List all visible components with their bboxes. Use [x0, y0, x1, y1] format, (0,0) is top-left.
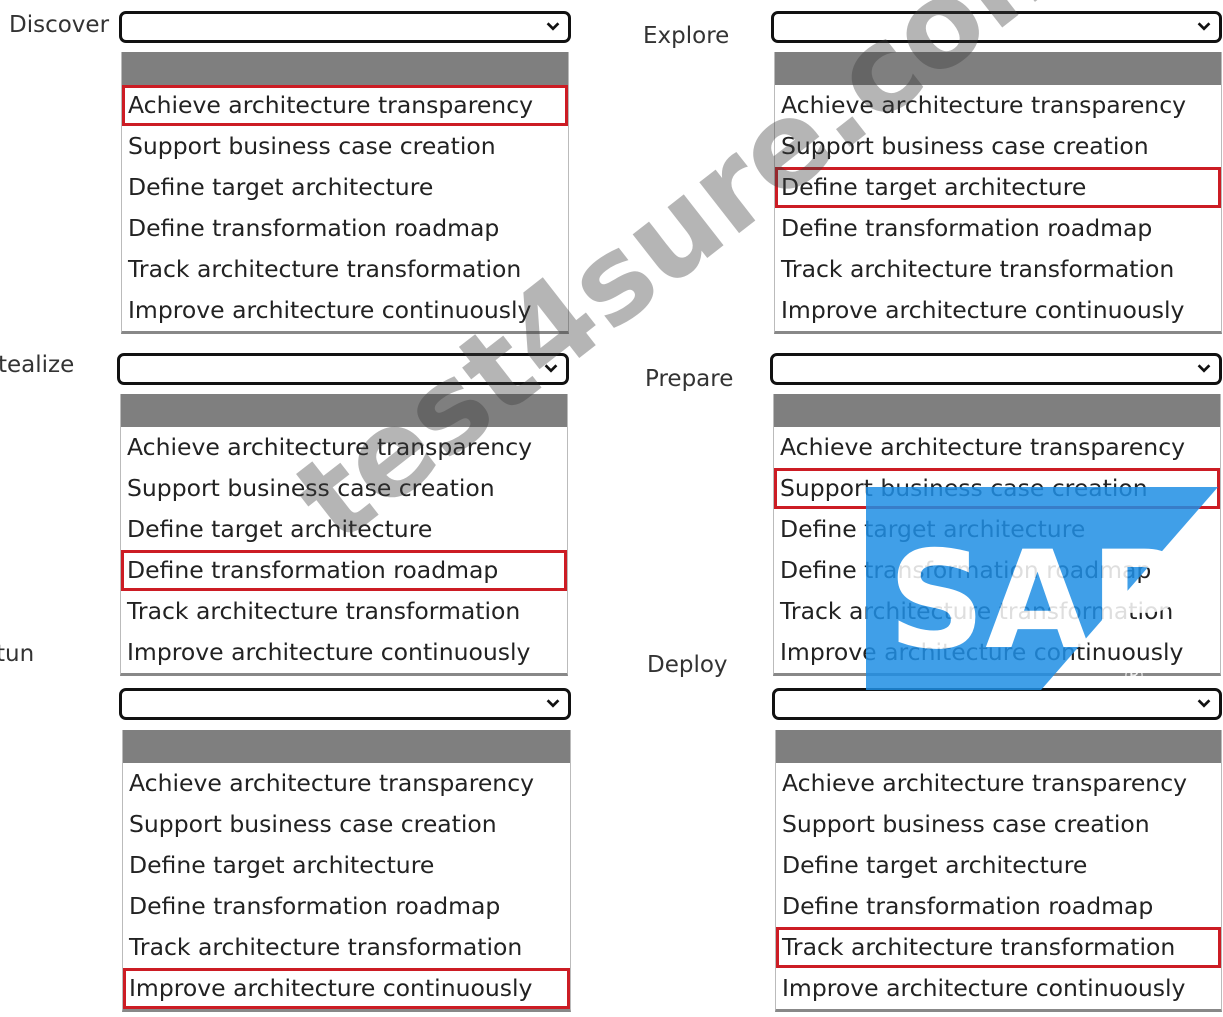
deploy-option-1[interactable]: Achieve architecture transparency [776, 763, 1221, 804]
blank-option[interactable] [774, 394, 1220, 427]
run-option-2[interactable]: Support business case creation [123, 804, 570, 845]
phase-label-deploy: Deploy [647, 652, 728, 678]
phase-label-explore: Explore [643, 23, 730, 49]
deploy-option-4[interactable]: Define transformation roadmap [776, 886, 1221, 927]
deploy-listbox[interactable]: Achieve architecture transparency Suppor… [775, 730, 1222, 1012]
phase-label-realize: tealize [0, 352, 75, 378]
discover-option-3[interactable]: Define target architecture [122, 167, 568, 208]
run-listbox[interactable]: Achieve architecture transparency Suppor… [122, 730, 571, 1012]
prepare-option-1[interactable]: Achieve architecture transparency [774, 427, 1220, 468]
phase-label-run: tun [0, 641, 35, 667]
discover-option-2[interactable]: Support business case creation [122, 126, 568, 167]
chevron-down-icon [1197, 22, 1211, 31]
chevron-down-icon [546, 699, 560, 708]
chevron-down-icon [1197, 364, 1211, 373]
run-select[interactable] [119, 688, 571, 720]
run-option-6[interactable]: Improve architecture continuously [123, 968, 570, 1009]
deploy-select[interactable] [772, 688, 1222, 720]
discover-select[interactable] [119, 11, 571, 43]
run-option-3[interactable]: Define target architecture [123, 845, 570, 886]
run-option-4[interactable]: Define transformation roadmap [123, 886, 570, 927]
deploy-option-5[interactable]: Track architecture transformation [776, 927, 1221, 968]
chevron-down-icon [546, 22, 560, 31]
sap-logo: SAP ® [866, 487, 1218, 690]
deploy-option-6[interactable]: Improve architecture continuously [776, 968, 1221, 1009]
deploy-option-3[interactable]: Define target architecture [776, 845, 1221, 886]
discover-option-4[interactable]: Define transformation roadmap [122, 208, 568, 249]
sap-logo-text: SAP [888, 522, 1189, 679]
explore-option-6[interactable]: Improve architecture continuously [775, 290, 1221, 331]
explore-option-5[interactable]: Track architecture transformation [775, 249, 1221, 290]
registered-mark: ® [1122, 662, 1146, 690]
discover-option-1[interactable]: Achieve architecture transparency [122, 85, 568, 126]
explore-option-4[interactable]: Define transformation roadmap [775, 208, 1221, 249]
run-option-1[interactable]: Achieve architecture transparency [123, 763, 570, 804]
realize-option-5[interactable]: Track architecture transformation [121, 591, 567, 632]
blank-option[interactable] [776, 730, 1221, 763]
run-option-5[interactable]: Track architecture transformation [123, 927, 570, 968]
realize-option-4[interactable]: Define transformation roadmap [121, 550, 567, 591]
prepare-select[interactable] [770, 353, 1222, 385]
realize-option-6[interactable]: Improve architecture continuously [121, 632, 567, 673]
chevron-down-icon [1197, 699, 1211, 708]
phase-label-discover: Discover [9, 12, 110, 38]
blank-option[interactable] [122, 52, 568, 85]
blank-option[interactable] [123, 730, 570, 763]
phase-label-prepare: Prepare [645, 366, 734, 392]
deploy-option-2[interactable]: Support business case creation [776, 804, 1221, 845]
